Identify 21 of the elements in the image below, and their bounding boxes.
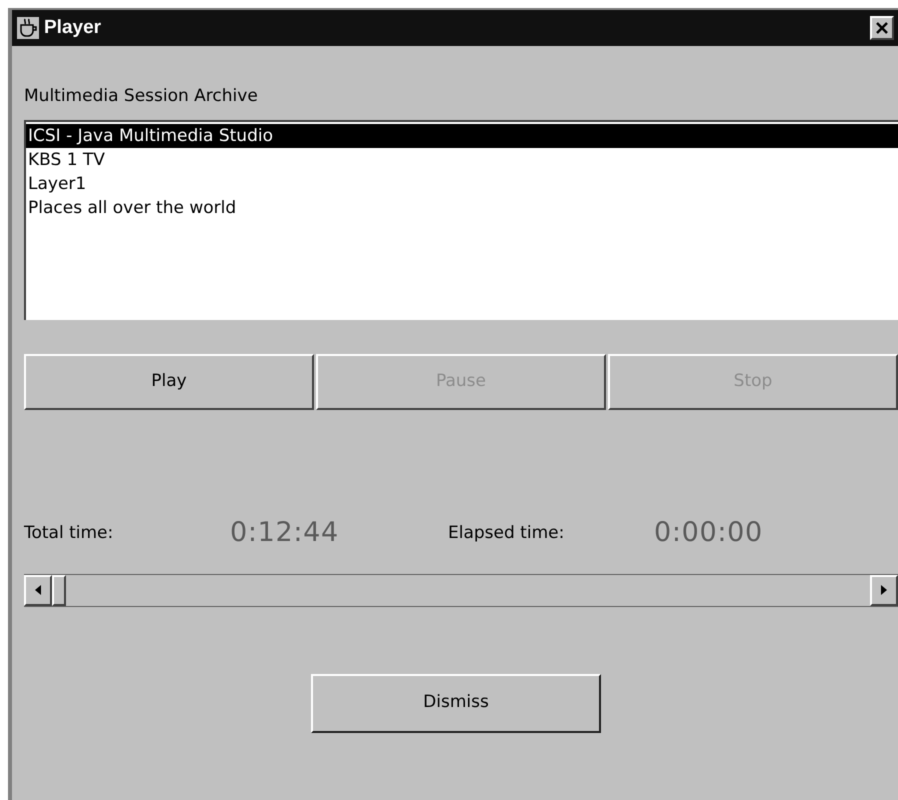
slider-thumb[interactable] [52,574,66,606]
archive-label: Multimedia Session Archive [24,85,259,108]
time-value: 0:12:44 [230,516,340,550]
left-arrow-icon [35,585,41,595]
list-item[interactable]: ICSI - Java Multimedia Studio [26,124,898,148]
scroll-left-button[interactable] [24,574,52,606]
scroll-right-button[interactable] [870,574,898,606]
control-button[interactable]: Play [24,354,314,410]
close-button[interactable] [870,16,894,40]
cup-icon [16,16,40,40]
time-value: 0:00:00 [654,516,764,550]
time-label: Total time: [24,522,114,545]
list-item[interactable]: Places all over the world [26,196,898,220]
dismiss-button[interactable]: Dismiss [311,674,601,732]
right-arrow-icon [881,585,887,595]
close-icon [875,21,889,35]
position-slider[interactable] [24,574,898,606]
list-item[interactable]: KBS 1 TV [26,148,898,172]
time-label: Elapsed time: [448,522,566,545]
list-item[interactable]: Layer1 [26,172,898,196]
window-title: Player [44,16,102,40]
